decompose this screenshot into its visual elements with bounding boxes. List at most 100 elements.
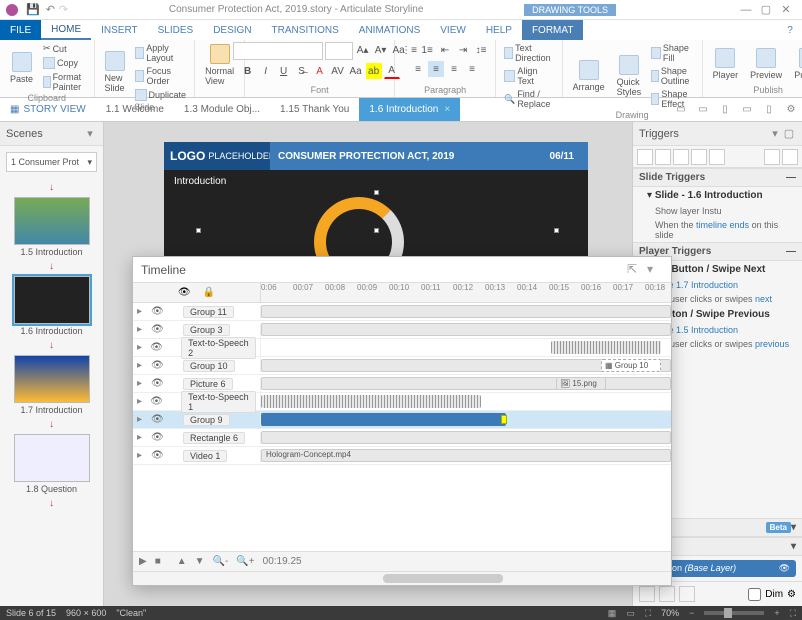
trigger-condition[interactable]: When the timeline ends on this slide [633, 218, 802, 242]
selection-handle[interactable] [196, 228, 201, 233]
zoom-slider[interactable] [704, 611, 764, 615]
timeline-row[interactable]: ▸👁Group 10▦ Group 10 [133, 357, 671, 375]
timeline-track[interactable] [261, 393, 671, 410]
dock-icon[interactable]: ⇱ [627, 262, 643, 278]
paste-trigger-button[interactable] [691, 149, 707, 165]
highlight-button[interactable]: ab [366, 63, 382, 79]
save-icon[interactable]: 💾 [26, 3, 40, 16]
timeline-row[interactable]: ▸👁Group 11 [133, 303, 671, 321]
tab-view[interactable]: VIEW [430, 20, 476, 40]
dim-checkbox[interactable] [748, 588, 761, 601]
ffwd-button[interactable]: ▼ [195, 556, 205, 567]
timeline-track[interactable] [261, 303, 671, 320]
slide-tab[interactable]: 1.1 Welcome [96, 98, 174, 121]
strike-button[interactable]: S̶ [294, 63, 310, 79]
device-phone-icon[interactable]: ▯ [758, 98, 780, 121]
undo-icon[interactable]: ↶ [46, 3, 55, 16]
resize-handle[interactable] [501, 415, 507, 424]
tab-home[interactable]: HOME [41, 20, 91, 40]
expand-icon[interactable]: ▸ [137, 396, 144, 407]
timeline-row[interactable]: ▸👁Rectangle 6 [133, 429, 671, 447]
collapse-icon[interactable]: — [786, 246, 796, 257]
shape-fill-button[interactable]: Shape Fill [649, 42, 696, 64]
panel-close-icon[interactable]: ▢ [782, 127, 796, 141]
visibility-icon[interactable]: 👁 [151, 432, 161, 443]
expand-icon[interactable]: ▸ [137, 324, 145, 335]
variables-button[interactable] [764, 149, 780, 165]
timeline-row[interactable]: ▸👁Text-to-Speech 1 [133, 393, 671, 411]
expand-icon[interactable]: ▸ [137, 342, 144, 353]
cut-button[interactable]: ✂Cut [41, 42, 88, 55]
numbering-button[interactable]: 1≡ [419, 42, 435, 58]
expand-icon[interactable]: ▸ [137, 360, 145, 371]
selection-handle[interactable] [374, 228, 379, 233]
preview-button[interactable]: Preview [746, 46, 786, 82]
grow-font-button[interactable]: A▴ [355, 42, 371, 58]
line-spacing-button[interactable]: ↕≡ [473, 42, 489, 58]
slide-thumb-active[interactable]: 1.6 Introduction [14, 276, 90, 336]
help-icon[interactable]: ? [778, 20, 802, 40]
story-view-button[interactable]: ▦STORY VIEW [0, 98, 96, 121]
visibility-icon[interactable]: 👁 [151, 324, 161, 335]
timeline-track[interactable] [261, 411, 671, 428]
italic-button[interactable]: I [258, 63, 274, 79]
tab-insert[interactable]: INSERT [91, 20, 148, 40]
device-phone-landscape-icon[interactable]: ▭ [736, 98, 758, 121]
settings-icon[interactable]: ⚙ [780, 98, 802, 121]
eye-column-icon[interactable]: 👁 [178, 287, 191, 298]
apply-layout-button[interactable]: Apply Layout [133, 42, 189, 64]
panel-menu-icon[interactable]: ▾ [791, 541, 796, 552]
panel-menu-icon[interactable]: ▾ [791, 522, 796, 533]
slide-thumb[interactable]: 1.8 Question [14, 434, 90, 494]
tab-animations[interactable]: ANIMATIONS [349, 20, 430, 40]
selection-handle[interactable] [554, 228, 559, 233]
visibility-icon[interactable]: 👁 [151, 450, 161, 461]
font-family-select[interactable] [233, 42, 323, 60]
bullets-button[interactable]: ⋮≡ [401, 42, 417, 58]
visibility-icon[interactable]: 👁 [151, 306, 161, 317]
text-direction-button[interactable]: Text Direction [502, 42, 556, 64]
timeline-row[interactable]: ▸👁Video 1Hologram-Concept.mp4 [133, 447, 671, 465]
delete-trigger-button[interactable] [709, 149, 725, 165]
device-desktop-icon[interactable]: ▭ [670, 98, 692, 121]
tab-design[interactable]: DESIGN [203, 20, 261, 40]
bold-button[interactable]: B [240, 63, 256, 79]
timeline-track[interactable] [261, 429, 671, 446]
tab-help[interactable]: HELP [476, 20, 522, 40]
tab-file[interactable]: FILE [0, 20, 41, 40]
scene-dropdown[interactable]: 1 Consumer Prot▾ [6, 152, 97, 172]
timeline-row[interactable]: ▸👁Text-to-Speech 2 [133, 339, 671, 357]
zoom-out-timeline[interactable]: 🔍- [213, 556, 229, 567]
selection-handle[interactable] [374, 190, 379, 195]
copy-trigger-button[interactable] [673, 149, 689, 165]
dup-layer-button[interactable] [659, 586, 675, 602]
redo-icon[interactable]: ↷ [59, 3, 68, 16]
slide-thumb[interactable]: 1.7 Introduction [14, 355, 90, 415]
new-layer-button[interactable] [639, 586, 655, 602]
play-button[interactable]: ▶ [139, 556, 147, 567]
picture-chip[interactable]: 🖼 15.png [556, 377, 606, 390]
close-button[interactable]: ✕ [776, 3, 796, 16]
trigger-slide-item[interactable]: ▾ Slide - 1.6 Introduction [633, 187, 802, 204]
tab-transitions[interactable]: TRANSITIONS [262, 20, 349, 40]
zoom-fit-icon[interactable]: ⛶ [790, 608, 796, 619]
quick-styles-button[interactable]: Quick Styles [613, 53, 646, 99]
char-spacing-button[interactable]: AV [330, 63, 346, 79]
outdent-button[interactable]: ⇤ [437, 42, 453, 58]
timeline-scrollbar[interactable] [133, 571, 671, 585]
minimize-button[interactable]: — [736, 4, 756, 16]
new-trigger-button[interactable] [637, 149, 653, 165]
slide-tab[interactable]: 1.15 Thank You [270, 98, 359, 121]
collapse-icon[interactable]: — [786, 172, 796, 183]
visibility-icon[interactable]: 👁 [151, 378, 161, 389]
expand-icon[interactable]: ▸ [137, 378, 145, 389]
zoom-out-icon[interactable]: − [689, 608, 694, 618]
panel-menu-icon[interactable]: ▾ [768, 127, 782, 141]
maximize-button[interactable]: ▢ [756, 3, 776, 16]
focus-order-button[interactable]: Focus Order [133, 65, 189, 87]
timeline-track[interactable] [261, 339, 671, 356]
justify-button[interactable]: ≡ [464, 61, 480, 77]
selected-bar[interactable] [261, 413, 506, 426]
timeline-row[interactable]: ▸👁Group 9 [133, 411, 671, 429]
timeline-track[interactable]: ▦ Group 10 [261, 357, 671, 374]
